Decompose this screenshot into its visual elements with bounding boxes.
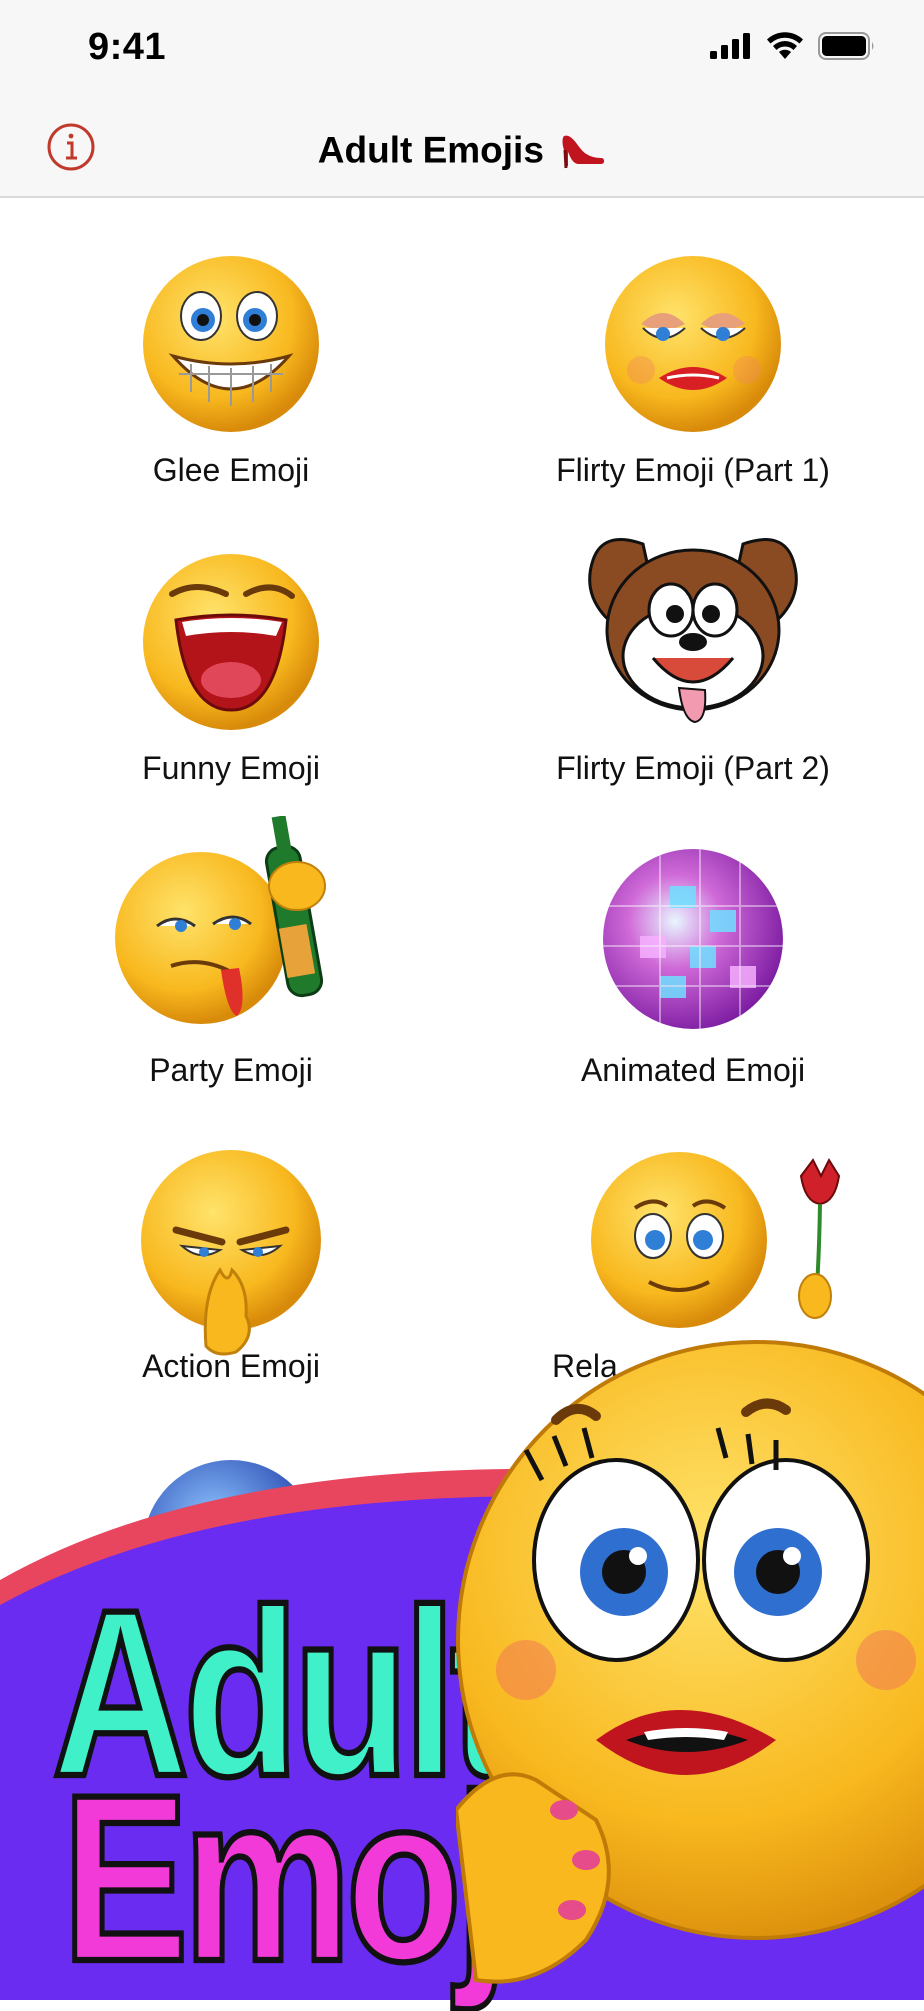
category-animated[interactable]: Animated Emoji: [462, 846, 924, 1096]
category-label: Action Emoji: [142, 1348, 320, 1384]
disco-ball-icon: [603, 849, 783, 1029]
navigation-bar: Adult Emojis: [0, 100, 924, 198]
glee-emoji-icon: [143, 256, 319, 432]
page-title: Adult Emojis: [0, 126, 924, 179]
rose-emoji-icon: [591, 1152, 841, 1328]
category-label: Flirty Emoji (Part 1): [556, 452, 830, 488]
category-glee[interactable]: Glee Emoji: [0, 240, 462, 500]
category-label: Glee Emoji: [152, 452, 310, 488]
category-funny[interactable]: Funny Emoji: [0, 538, 462, 798]
status-icons: [710, 32, 876, 60]
category-action[interactable]: Action Emoji: [0, 1146, 462, 1396]
dog-emoji-icon: [588, 538, 798, 724]
status-bar: 9:41: [0, 0, 924, 100]
category-label: Animated Emoji: [580, 1052, 806, 1088]
party-emoji-icon: [115, 816, 326, 1024]
signal-icon: [710, 33, 750, 59]
category-label: Flirty Emoji (Part 2): [556, 750, 830, 786]
category-flirty-1[interactable]: Flirty Emoji (Part 1): [462, 240, 924, 500]
flirty-emoji-icon: [605, 256, 781, 432]
status-time: 9:41: [88, 26, 167, 68]
high-heel-icon: [560, 126, 606, 179]
category-party[interactable]: Party Emoji: [0, 816, 462, 1096]
category-flirty-2[interactable]: Flirty Emoji (Part 2): [462, 530, 924, 798]
category-label: Party Emoji: [149, 1052, 313, 1088]
funny-emoji-icon: [143, 554, 319, 730]
category-label: Funny Emoji: [142, 750, 320, 786]
action-emoji-icon: [141, 1150, 321, 1356]
wifi-icon: [767, 32, 803, 59]
battery-icon: [818, 32, 874, 60]
title-text: Adult Emojis: [317, 129, 544, 171]
mascot-emoji-icon: [456, 1340, 924, 1984]
